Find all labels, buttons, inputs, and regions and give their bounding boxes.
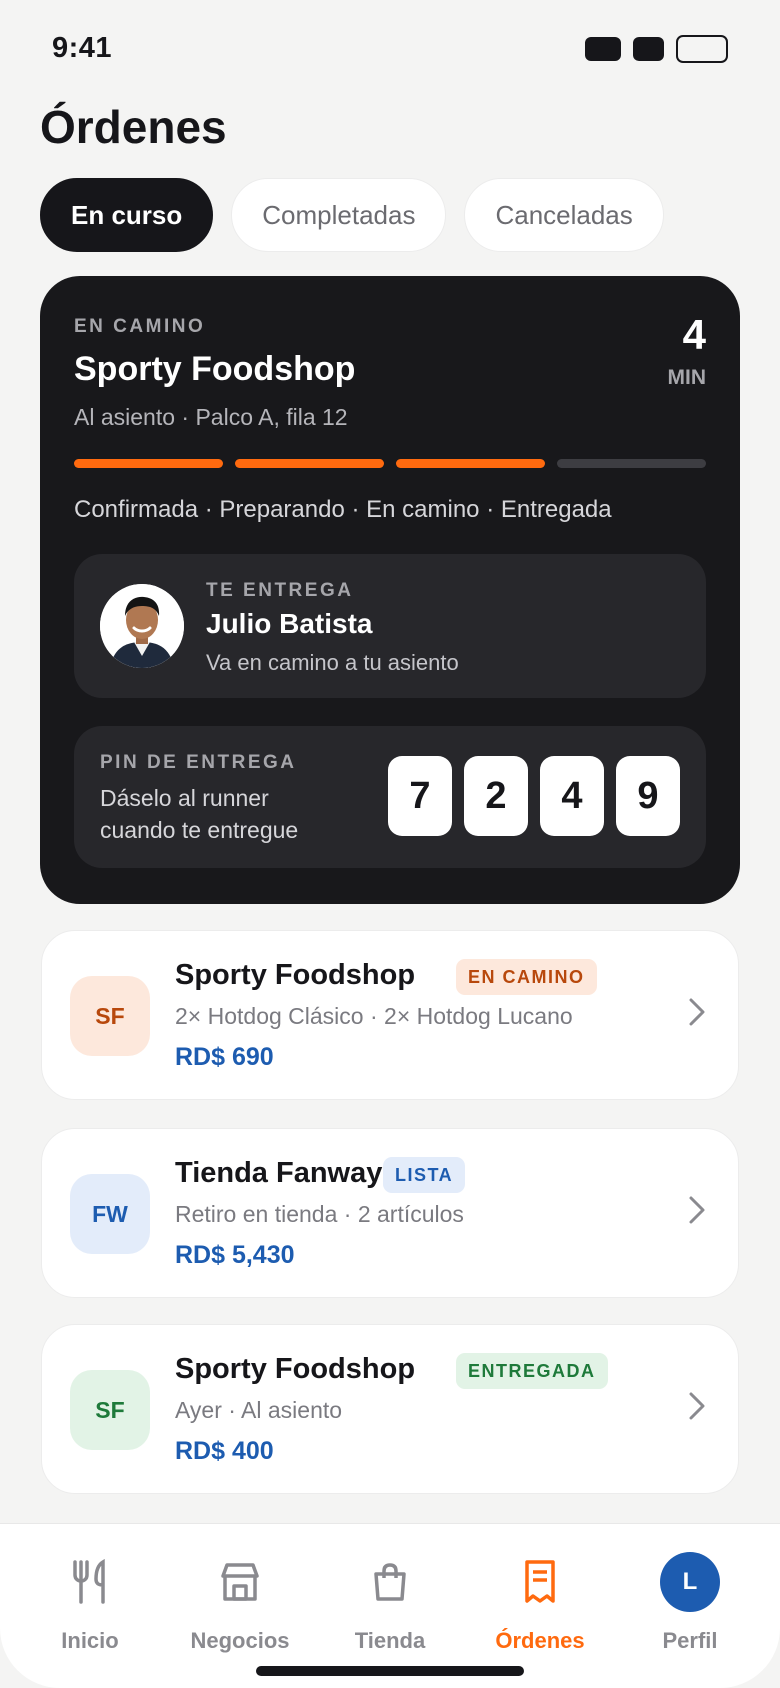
status-badge: EN CAMINO: [456, 959, 597, 995]
store-monogram: SF: [70, 1370, 150, 1450]
runner-name: Julio Batista: [206, 608, 373, 639]
order-item[interactable]: SF Sporty Foodshop ENTREGADA Ayer · Al a…: [41, 1324, 739, 1494]
eta-unit: MIN: [667, 366, 707, 389]
home-indicator: [256, 1666, 524, 1676]
wifi-icon: [633, 37, 664, 61]
active-order-card[interactable]: EN CAMINO Sporty Foodshop Al asiento · P…: [40, 276, 740, 904]
nav-negocios[interactable]: Negocios: [165, 1554, 315, 1654]
phone-screen: 9:41 Órdenes En curso Completadas Cancel…: [0, 0, 780, 1688]
tab-en-curso[interactable]: En curso: [40, 178, 214, 252]
nav-label: Inicio: [61, 1628, 119, 1653]
runner-label: TE ENTREGA: [206, 580, 354, 601]
nav-tienda[interactable]: Tienda: [315, 1554, 465, 1654]
tab-canceladas[interactable]: Canceladas: [464, 178, 664, 252]
order-location: Al asiento · Palco A, fila 12: [74, 404, 348, 430]
store-monogram: FW: [70, 1174, 150, 1254]
progress-segment: [74, 459, 223, 468]
nav-label: Negocios: [190, 1628, 290, 1653]
delivery-pin-card: PIN DE ENTREGA Dáselo al runner cuando t…: [74, 726, 706, 868]
profile-initial: L: [660, 1552, 720, 1612]
eta: 4 MIN: [668, 314, 707, 390]
order-detail: Retiro en tienda · 2 artículos: [175, 1201, 464, 1227]
order-status-label: EN CAMINO: [74, 316, 206, 337]
store-icon: [165, 1554, 315, 1610]
nav-perfil[interactable]: L Perfil: [615, 1552, 765, 1654]
nav-ordenes[interactable]: Órdenes: [465, 1554, 615, 1654]
order-price: RD$ 690: [175, 1043, 274, 1071]
order-item[interactable]: SF Sporty Foodshop EN CAMINO 2× Hotdog C…: [41, 930, 739, 1100]
pin-digit: 9: [616, 756, 680, 836]
progress-segment: [235, 459, 384, 468]
nav-label: Tienda: [354, 1628, 426, 1653]
order-store-name: Sporty Foodshop: [74, 350, 356, 388]
tab-completadas[interactable]: Completadas: [231, 178, 447, 252]
order-price: RD$ 5,430: [175, 1241, 295, 1269]
runner-card[interactable]: TE ENTREGA Julio Batista Va en camino a …: [74, 554, 706, 698]
order-price: RD$ 400: [175, 1437, 274, 1465]
avatar-icon: L: [615, 1552, 765, 1612]
utensils-icon: [15, 1554, 165, 1610]
order-store-name: Sporty Foodshop: [175, 1353, 416, 1385]
eta-value: 4: [682, 311, 706, 358]
receipt-icon: [465, 1554, 615, 1610]
status-badge: ENTREGADA: [456, 1353, 608, 1389]
progress-segment: [396, 459, 545, 468]
nav-inicio[interactable]: Inicio: [15, 1554, 165, 1654]
order-progress-bar: [74, 459, 706, 468]
order-detail: Ayer · Al asiento: [175, 1397, 343, 1423]
status-time: 9:41: [52, 32, 113, 64]
order-detail: 2× Hotdog Clásico · 2× Hotdog Lucano: [175, 1003, 573, 1029]
progress-segment: [557, 459, 706, 468]
pin-digit: 4: [540, 756, 604, 836]
shopping-bag-icon: [315, 1554, 465, 1610]
bottom-navigation: Inicio Negocios Tienda Órdenes L Perfil: [0, 1523, 780, 1688]
signal-icon: [585, 37, 621, 61]
chevron-right-icon: [688, 1195, 706, 1230]
pin-digits: 7 2 4 9: [388, 756, 680, 836]
pin-digit: 2: [464, 756, 528, 836]
chevron-right-icon: [688, 1391, 706, 1426]
runner-subtitle: Va en camino a tu asiento: [206, 650, 459, 675]
runner-avatar: [100, 584, 184, 668]
order-tabs: En curso Completadas Canceladas: [40, 178, 664, 252]
pin-subtitle: Dáselo al runner cuando te entregue: [100, 785, 299, 843]
order-store-name: Sporty Foodshop: [175, 959, 416, 991]
nav-label: Órdenes: [495, 1628, 585, 1653]
status-badge: LISTA: [383, 1157, 466, 1193]
order-store-name: Tienda Fanway: [175, 1157, 383, 1189]
store-monogram: SF: [70, 976, 150, 1056]
status-icons: [585, 35, 728, 63]
chevron-right-icon: [688, 997, 706, 1032]
order-steps: Confirmada · Preparando · En camino · En…: [74, 496, 612, 523]
nav-label: Perfil: [662, 1628, 718, 1653]
pin-label: PIN DE ENTREGA: [100, 752, 297, 773]
order-item[interactable]: FW Tienda Fanway LISTA Retiro en tienda …: [41, 1128, 739, 1298]
page-title: Órdenes: [40, 101, 227, 153]
pin-digit: 7: [388, 756, 452, 836]
battery-icon: [676, 35, 728, 63]
